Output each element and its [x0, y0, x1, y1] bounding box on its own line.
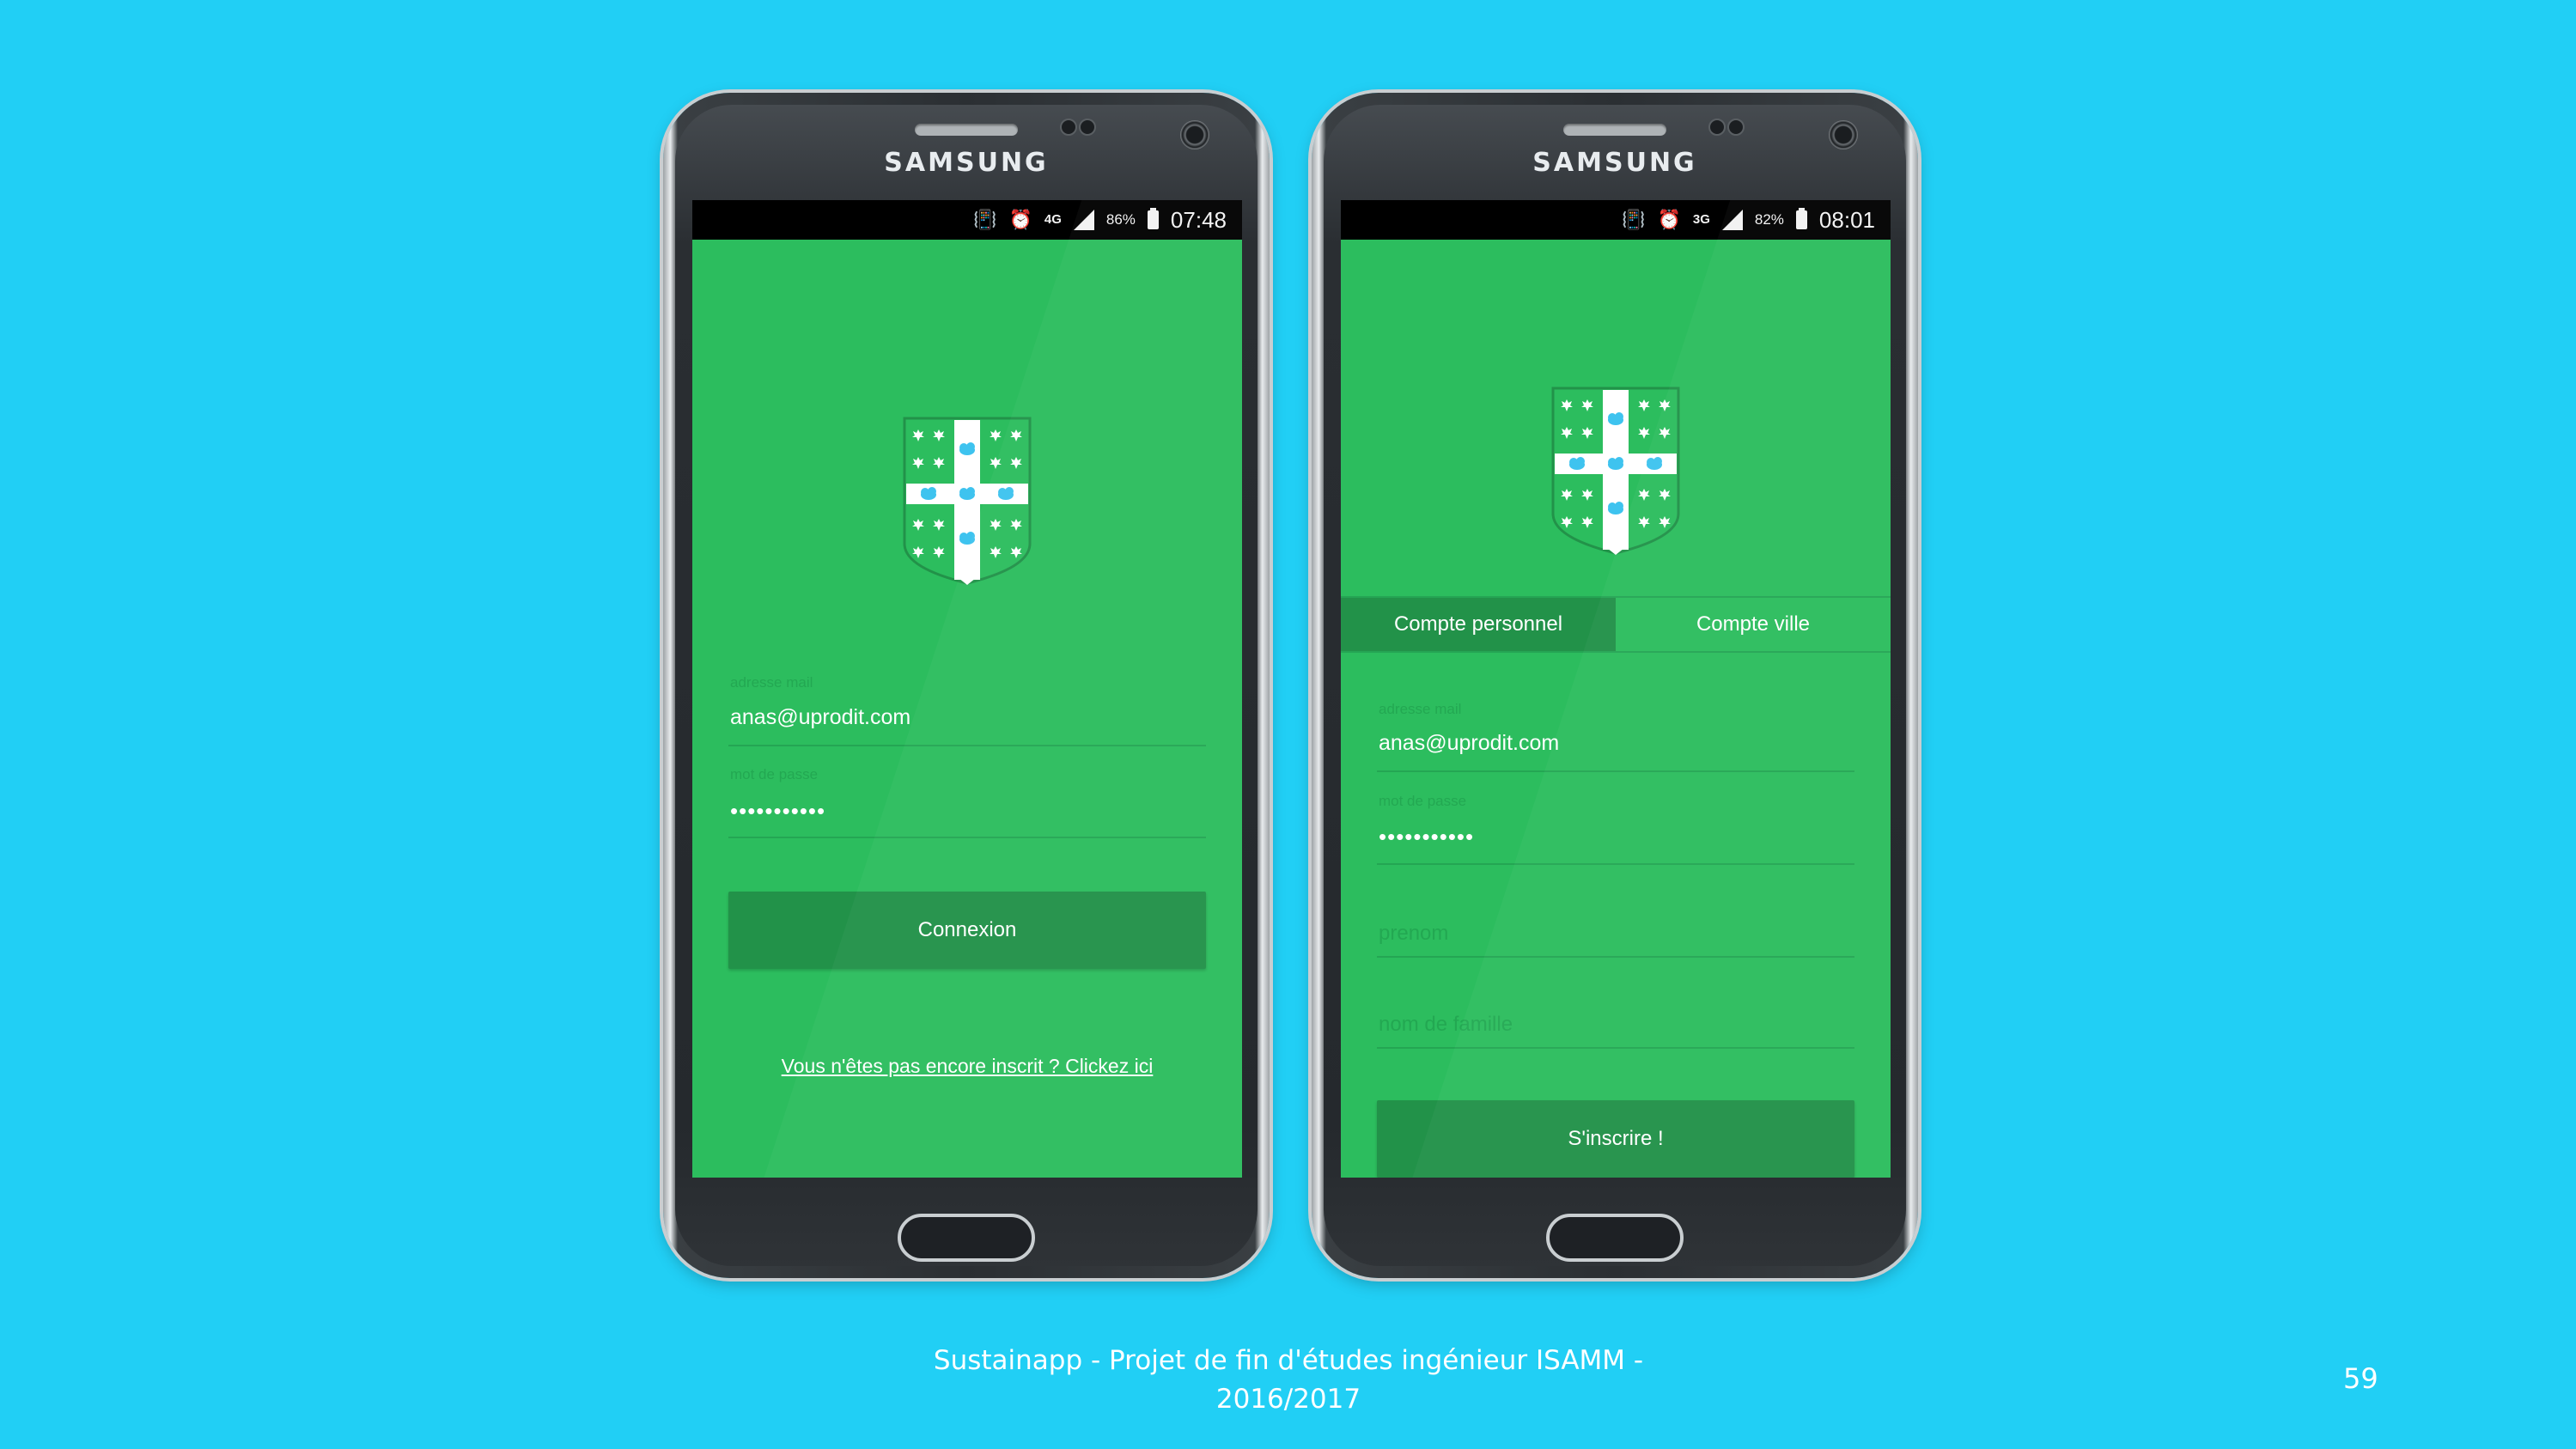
email-label: adresse mail [730, 674, 813, 691]
vibrate-icon: 📳 [973, 209, 997, 230]
firstname-placeholder: prenom [1379, 922, 1449, 945]
password-field[interactable]: ••••••••••• [728, 791, 1206, 838]
front-sensors [1708, 119, 1748, 139]
battery-icon [1147, 208, 1159, 229]
password-label: mot de passe [1379, 793, 1467, 809]
connexion-button[interactable]: Connexion [728, 892, 1206, 969]
email-value: anas@uprodit.com [730, 705, 911, 729]
password-value: ••••••••••• [1379, 824, 1475, 849]
alarm-icon: ⏰ [1008, 209, 1032, 230]
tab-compte-ville[interactable]: Compte ville [1616, 598, 1891, 651]
signal-icon [1073, 210, 1094, 230]
email-field[interactable]: anas@uprodit.com [1377, 724, 1854, 772]
email-field[interactable]: anas@uprodit.com [728, 698, 1206, 746]
alarm-icon: ⏰ [1657, 209, 1681, 230]
password-label: mot de passe [730, 766, 819, 782]
password-field[interactable]: ••••••••••• [1377, 817, 1854, 865]
page-number: 59 [2343, 1362, 2378, 1395]
signup-screen: 📳 ⏰ 3G 82% 08:01 Compte personnel Compte… [1341, 200, 1891, 1178]
phone-brand: SAMSUNG [1532, 148, 1697, 178]
lastname-placeholder: nom de famille [1379, 1013, 1513, 1036]
phone-login: SAMSUNG 📳 ⏰ 4G 86% 07:48 adresse mail an… [663, 93, 1270, 1278]
home-button[interactable] [898, 1214, 1035, 1262]
crest-logo [899, 415, 1035, 587]
battery-icon [1795, 208, 1807, 229]
battery-percent: 86% [1105, 211, 1136, 228]
signal-icon [1721, 210, 1743, 230]
speaker-grille [1563, 124, 1666, 136]
vibrate-icon: 📳 [1622, 209, 1646, 230]
signup-button[interactable]: S'inscrire ! [1377, 1100, 1854, 1178]
login-screen: 📳 ⏰ 4G 86% 07:48 adresse mail anas@uprod… [692, 200, 1242, 1178]
phone-signup: SAMSUNG 📳 ⏰ 3G 82% 08:01 Compte personne… [1312, 93, 1918, 1278]
front-camera-icon [1180, 120, 1209, 149]
footer-line-1: Sustainapp - Projet de fin d'études ingé… [933, 1345, 1644, 1376]
clock: 08:01 [1818, 206, 1875, 233]
clock: 07:48 [1170, 206, 1227, 233]
status-bar: 📳 ⏰ 4G 86% 07:48 [692, 200, 1242, 240]
firstname-field[interactable]: prenom [1377, 910, 1854, 958]
front-camera-icon [1829, 120, 1858, 149]
lastname-field[interactable]: nom de famille [1377, 1001, 1854, 1049]
footer-line-2: 2016/2017 [1215, 1384, 1361, 1415]
email-value: anas@uprodit.com [1379, 731, 1560, 755]
speaker-grille [915, 124, 1018, 136]
account-type-tabs: Compte personnel Compte ville [1341, 596, 1891, 653]
crest-logo [1548, 385, 1684, 557]
phone-brand: SAMSUNG [884, 148, 1049, 178]
slide-footer: Sustainapp - Projet de fin d'études ingé… [859, 1342, 1718, 1419]
status-bar: 📳 ⏰ 3G 82% 08:01 [1341, 200, 1891, 240]
battery-percent: 82% [1754, 211, 1784, 228]
home-button[interactable] [1546, 1214, 1684, 1262]
network-type: 3G [1692, 212, 1710, 227]
email-label: adresse mail [1379, 701, 1462, 717]
front-sensors [1060, 119, 1099, 139]
password-value: ••••••••••• [730, 798, 826, 824]
signup-link[interactable]: Vous n'êtes pas encore inscrit ? Clickez… [692, 1055, 1242, 1078]
network-type: 4G [1044, 212, 1062, 227]
tab-compte-personnel[interactable]: Compte personnel [1341, 598, 1616, 651]
